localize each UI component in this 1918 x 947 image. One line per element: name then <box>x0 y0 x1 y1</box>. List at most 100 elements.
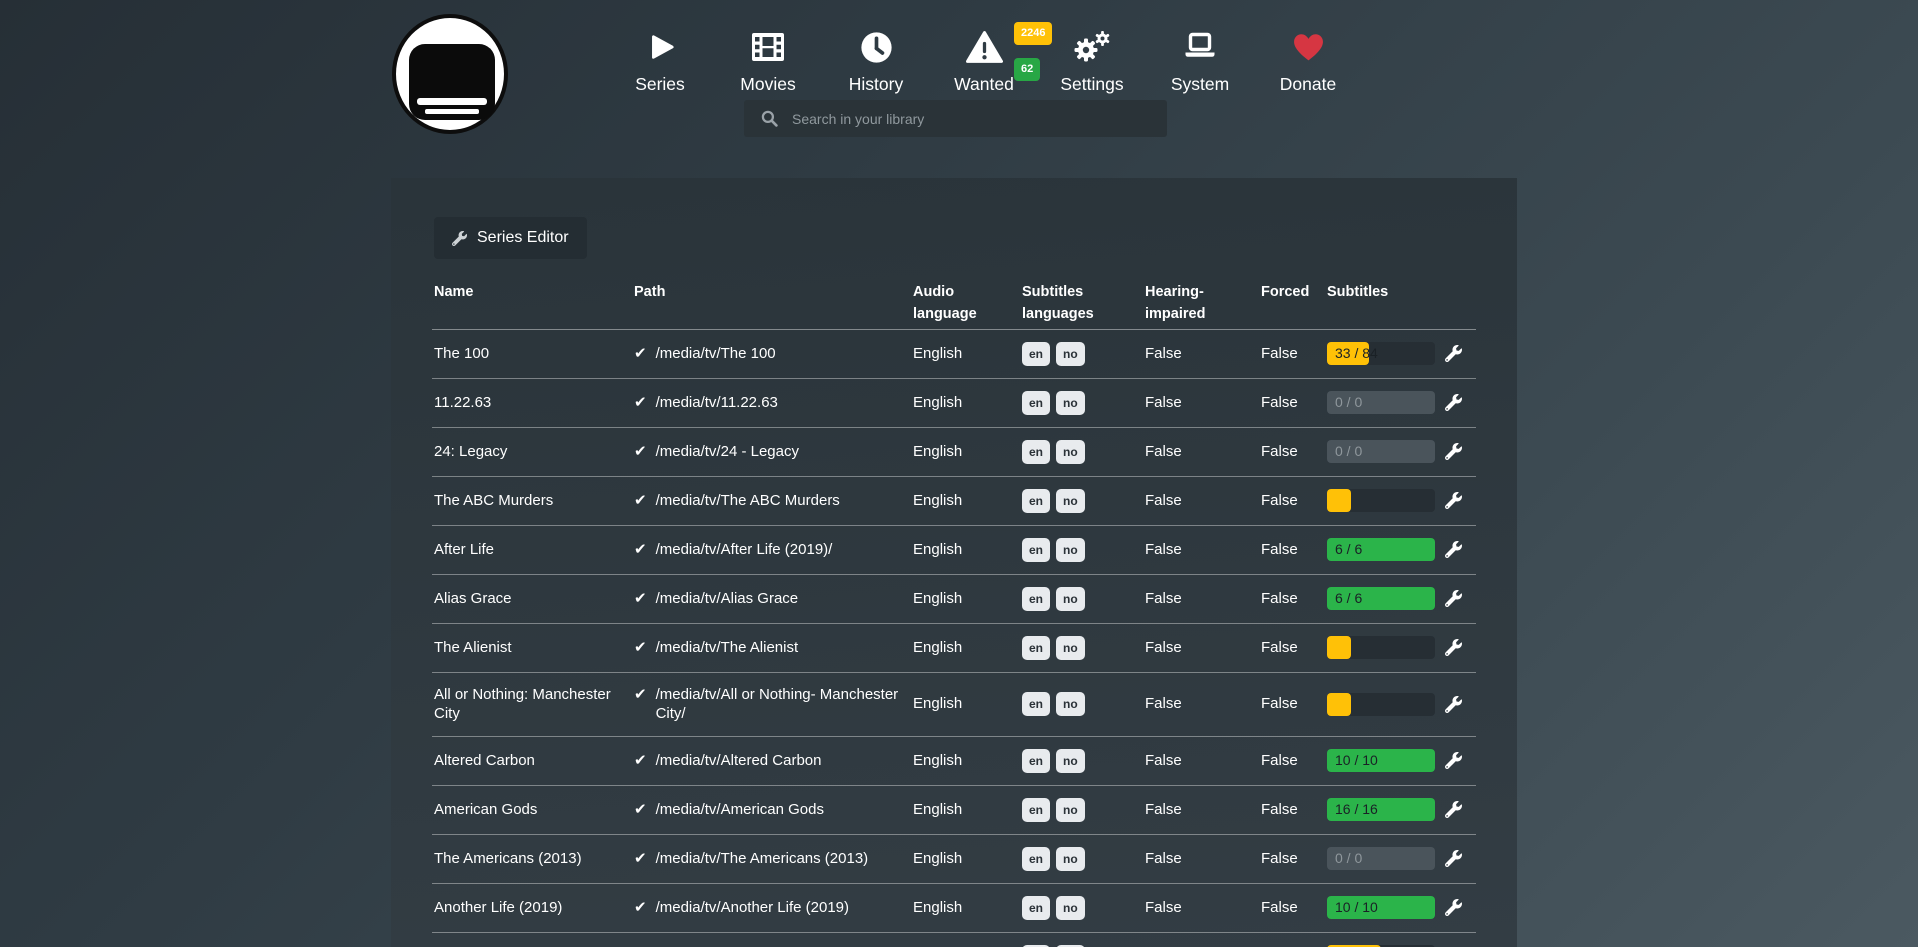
nav-item-history[interactable]: History <box>822 20 930 94</box>
edit-series-button[interactable] <box>1445 850 1462 867</box>
check-icon: ✔ <box>634 849 647 869</box>
language-badge: no <box>1056 798 1085 822</box>
table-row: 11.22.63 ✔ /media/tv/11.22.63 English en… <box>432 378 1476 427</box>
nav-item-wanted[interactable]: Wanted 2246 62 <box>930 20 1038 94</box>
language-badge: en <box>1022 798 1050 822</box>
language-badge: en <box>1022 440 1050 464</box>
audio-language-cell: English <box>911 329 1020 378</box>
language-badge: en <box>1022 692 1050 716</box>
search-input[interactable] <box>790 110 1154 128</box>
header-subtitles: Subtitles <box>1325 269 1443 329</box>
gears-icon <box>1072 20 1112 74</box>
nav-item-system[interactable]: System <box>1146 20 1254 94</box>
audio-language-cell: English <box>911 883 1020 932</box>
language-badge: en <box>1022 489 1050 513</box>
series-path: ✔ /media/tv/American Gods <box>632 785 911 834</box>
language-badge: no <box>1056 342 1085 366</box>
nav-label: History <box>849 76 903 94</box>
edit-series-button[interactable] <box>1445 443 1462 460</box>
film-icon <box>751 20 785 74</box>
table-row: After Life ✔ /media/tv/After Life (2019)… <box>432 525 1476 574</box>
subtitles-progress-bar: 10 / 10 <box>1327 896 1435 919</box>
forced-cell: False <box>1259 329 1325 378</box>
language-badge: no <box>1056 440 1085 464</box>
edit-series-button[interactable] <box>1445 345 1462 362</box>
header-actions <box>1443 269 1476 329</box>
series-list-panel: Series Editor Name Path Audio language S… <box>391 178 1517 947</box>
subtitles-languages-cell: enno <box>1020 329 1143 378</box>
series-path: ✔ /media/tv/Another Life (2019) <box>632 883 911 932</box>
series-name[interactable]: 24: Legacy <box>432 427 632 476</box>
edit-series-button[interactable] <box>1445 394 1462 411</box>
nav-item-movies[interactable]: Movies <box>714 20 822 94</box>
table-row: The 100 ✔ /media/tv/The 100 English enno… <box>432 329 1476 378</box>
edit-series-button[interactable] <box>1445 541 1462 558</box>
series-name[interactable]: The Americans (2013) <box>432 834 632 883</box>
nav-label: Donate <box>1280 76 1336 94</box>
language-badge: no <box>1056 847 1085 871</box>
edit-series-button[interactable] <box>1445 899 1462 916</box>
edit-series-button[interactable] <box>1445 801 1462 818</box>
series-editor-button[interactable]: Series Editor <box>434 217 587 259</box>
language-badge: en <box>1022 847 1050 871</box>
forced-cell: False <box>1259 785 1325 834</box>
hearing-impaired-cell: False <box>1143 525 1259 574</box>
language-badge: en <box>1022 749 1050 773</box>
series-name[interactable]: Altered Carbon <box>432 736 632 785</box>
check-icon: ✔ <box>634 685 647 705</box>
edit-series-button[interactable] <box>1445 752 1462 769</box>
audio-language-cell: English <box>911 932 1020 947</box>
edit-series-button[interactable] <box>1445 492 1462 509</box>
check-icon: ✔ <box>634 638 647 658</box>
nav-item-series[interactable]: Series <box>606 20 714 94</box>
hearing-impaired-cell: False <box>1143 883 1259 932</box>
series-path: ✔ /media/tv/The 100 <box>632 329 911 378</box>
search-icon <box>761 110 778 127</box>
subtitles-progress-bar <box>1327 489 1435 512</box>
series-name[interactable]: 11.22.63 <box>432 378 632 427</box>
play-icon <box>645 20 675 74</box>
subtitles-progress-bar: 0 / 0 <box>1327 440 1435 463</box>
series-name[interactable]: American Gods <box>432 785 632 834</box>
audio-language-cell: English <box>911 574 1020 623</box>
series-name[interactable]: All or Nothing: Manchester City <box>432 672 632 736</box>
series-name[interactable]: Another Life (2019) <box>432 883 632 932</box>
language-badge: no <box>1056 391 1085 415</box>
logo-tv-icon <box>409 44 495 120</box>
table-header-row: Name Path Audio language Subtitles langu… <box>432 269 1476 329</box>
table-row: The Alienist ✔ /media/tv/The Alienist En… <box>432 623 1476 672</box>
check-icon: ✔ <box>634 491 647 511</box>
header-hearing-impaired: Hearing-impaired <box>1143 269 1259 329</box>
hearing-impaired-cell: False <box>1143 736 1259 785</box>
edit-series-button[interactable] <box>1445 590 1462 607</box>
series-name[interactable]: A.P. Bio <box>432 932 632 947</box>
nav-item-settings[interactable]: Settings <box>1038 20 1146 94</box>
nav-item-donate[interactable]: Donate <box>1254 20 1362 94</box>
series-path: ✔ /media/tv/A.P. BIO/ <box>632 932 911 947</box>
series-name[interactable]: After Life <box>432 525 632 574</box>
table-row: A.P. Bio ✔ /media/tv/A.P. BIO/ English e… <box>432 932 1476 947</box>
subtitles-progress-bar: 6 / 6 <box>1327 587 1435 610</box>
subtitles-languages-cell: enno <box>1020 785 1143 834</box>
subtitles-progress-cell <box>1325 476 1443 525</box>
language-badge: en <box>1022 342 1050 366</box>
audio-language-cell: English <box>911 672 1020 736</box>
actions-cell <box>1443 378 1476 427</box>
forced-cell: False <box>1259 932 1325 947</box>
actions-cell <box>1443 785 1476 834</box>
nav-label: Movies <box>740 76 795 94</box>
edit-series-button[interactable] <box>1445 639 1462 656</box>
language-badge: en <box>1022 587 1050 611</box>
check-icon: ✔ <box>634 442 647 462</box>
subtitles-progress-cell: 0 / 0 <box>1325 834 1443 883</box>
series-path: ✔ /media/tv/The Americans (2013) <box>632 834 911 883</box>
series-name[interactable]: Alias Grace <box>432 574 632 623</box>
hearing-impaired-cell: False <box>1143 427 1259 476</box>
series-name[interactable]: The Alienist <box>432 623 632 672</box>
edit-series-button[interactable] <box>1445 696 1462 713</box>
subtitles-progress-bar: 0 / 0 <box>1327 847 1435 870</box>
check-icon: ✔ <box>634 589 647 609</box>
series-name[interactable]: The 100 <box>432 329 632 378</box>
audio-language-cell: English <box>911 736 1020 785</box>
series-name[interactable]: The ABC Murders <box>432 476 632 525</box>
